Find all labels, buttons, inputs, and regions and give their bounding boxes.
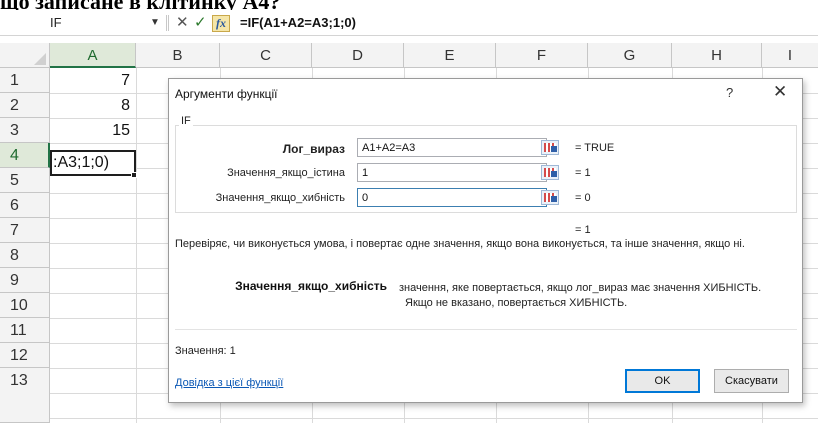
name-box[interactable]: IF bbox=[50, 13, 150, 33]
row-header-6[interactable]: 6 bbox=[0, 193, 50, 218]
cell-a4-active[interactable]: :A3;1;0) bbox=[50, 150, 136, 176]
cell-a2[interactable]: 8 bbox=[50, 93, 134, 118]
formula-bar-divider bbox=[168, 15, 169, 31]
column-header-i[interactable]: I bbox=[762, 43, 818, 68]
fill-handle[interactable] bbox=[131, 172, 137, 178]
column-header-a[interactable]: A bbox=[50, 43, 136, 68]
cancel-button[interactable]: Скасувати bbox=[714, 369, 789, 393]
row-header-5[interactable]: 5 bbox=[0, 168, 50, 193]
value-if-false-input[interactable] bbox=[357, 188, 547, 207]
arg-label-value-if-true: Значення_якщо_істина bbox=[227, 167, 345, 179]
arg-result-logical-test: = TRUE bbox=[575, 142, 615, 154]
close-icon[interactable]: ✕ bbox=[773, 82, 787, 102]
row-header-11[interactable]: 11 bbox=[0, 318, 50, 343]
formula-value: Значення: 1 bbox=[175, 345, 236, 357]
collapse-dialog-icon[interactable] bbox=[541, 190, 559, 205]
row-header-4[interactable]: 4 bbox=[0, 143, 50, 168]
current-argument-description: значення, яке повертається, якщо лог_вир… bbox=[399, 281, 799, 311]
ok-button[interactable]: OK bbox=[625, 369, 700, 393]
formula-result: = 1 bbox=[575, 224, 591, 236]
function-description: Перевіряє, чи виконується умова, і повер… bbox=[175, 238, 745, 250]
dialog-title: Аргументи функції bbox=[175, 87, 278, 101]
cell-a1[interactable]: 7 bbox=[50, 68, 134, 93]
row-header-3[interactable]: 3 bbox=[0, 118, 50, 143]
name-box-dropdown-icon[interactable]: ▼ bbox=[150, 13, 160, 33]
column-header-c[interactable]: C bbox=[220, 43, 312, 68]
select-all-corner[interactable] bbox=[0, 43, 50, 68]
row-header-12[interactable]: 12 bbox=[0, 343, 50, 368]
grid-line bbox=[136, 68, 137, 423]
column-header-g[interactable]: G bbox=[588, 43, 672, 68]
row-header-8[interactable]: 8 bbox=[0, 243, 50, 268]
row-header-13[interactable]: 13 bbox=[0, 368, 50, 423]
arg-label-logical-test: Лог_вираз bbox=[282, 142, 345, 156]
function-name-label: IF bbox=[179, 115, 193, 127]
cell-a3[interactable]: 15 bbox=[50, 118, 134, 143]
logical-test-input[interactable] bbox=[357, 138, 547, 157]
formula-input[interactable]: =IF(A1+A2=A3;1;0) bbox=[240, 13, 356, 33]
column-header-e[interactable]: E bbox=[404, 43, 496, 68]
formula-bar-divider bbox=[166, 15, 167, 31]
row-header-9[interactable]: 9 bbox=[0, 268, 50, 293]
collapse-dialog-icon[interactable] bbox=[541, 165, 559, 180]
column-header-d[interactable]: D bbox=[312, 43, 404, 68]
row-header-10[interactable]: 10 bbox=[0, 293, 50, 318]
column-header-b[interactable]: B bbox=[136, 43, 220, 68]
arg-result-value-if-false: = 0 bbox=[575, 192, 591, 204]
select-all-triangle-icon bbox=[34, 53, 46, 65]
function-help-link[interactable]: Довідка з цієї функції bbox=[175, 377, 283, 389]
arg-label-value-if-false: Значення_якщо_хибність bbox=[215, 192, 345, 204]
insert-function-icon[interactable]: fx bbox=[212, 15, 230, 32]
cancel-entry-icon[interactable]: ✕ bbox=[176, 13, 189, 33]
row-header-2[interactable]: 2 bbox=[0, 93, 50, 118]
divider bbox=[175, 329, 797, 330]
row-header-1[interactable]: 1 bbox=[0, 68, 50, 93]
column-header-row: A B C D E F G H I bbox=[0, 43, 818, 68]
formula-bar: IF ▼ ✕ ✓ fx =IF(A1+A2=A3;1;0) bbox=[0, 10, 818, 36]
current-argument-description-line: Якщо не вказано, повертається ХИБНІСТЬ. bbox=[405, 297, 628, 309]
column-header-f[interactable]: F bbox=[496, 43, 588, 68]
current-argument-name: Значення_якщо_хибність bbox=[235, 279, 387, 293]
current-argument-description-line: значення, яке повертається, якщо лог_вир… bbox=[399, 282, 762, 294]
column-header-h[interactable]: H bbox=[672, 43, 762, 68]
collapse-dialog-icon[interactable] bbox=[541, 140, 559, 155]
row-header-7[interactable]: 7 bbox=[0, 218, 50, 243]
grid-line bbox=[50, 418, 818, 419]
value-if-true-input[interactable] bbox=[357, 163, 547, 182]
function-arguments-dialog: Аргументи функції ? ✕ IF Лог_вираз = TRU… bbox=[168, 78, 803, 403]
enter-entry-icon[interactable]: ✓ bbox=[194, 13, 207, 33]
arg-result-value-if-true: = 1 bbox=[575, 167, 591, 179]
help-icon[interactable]: ? bbox=[726, 85, 733, 100]
